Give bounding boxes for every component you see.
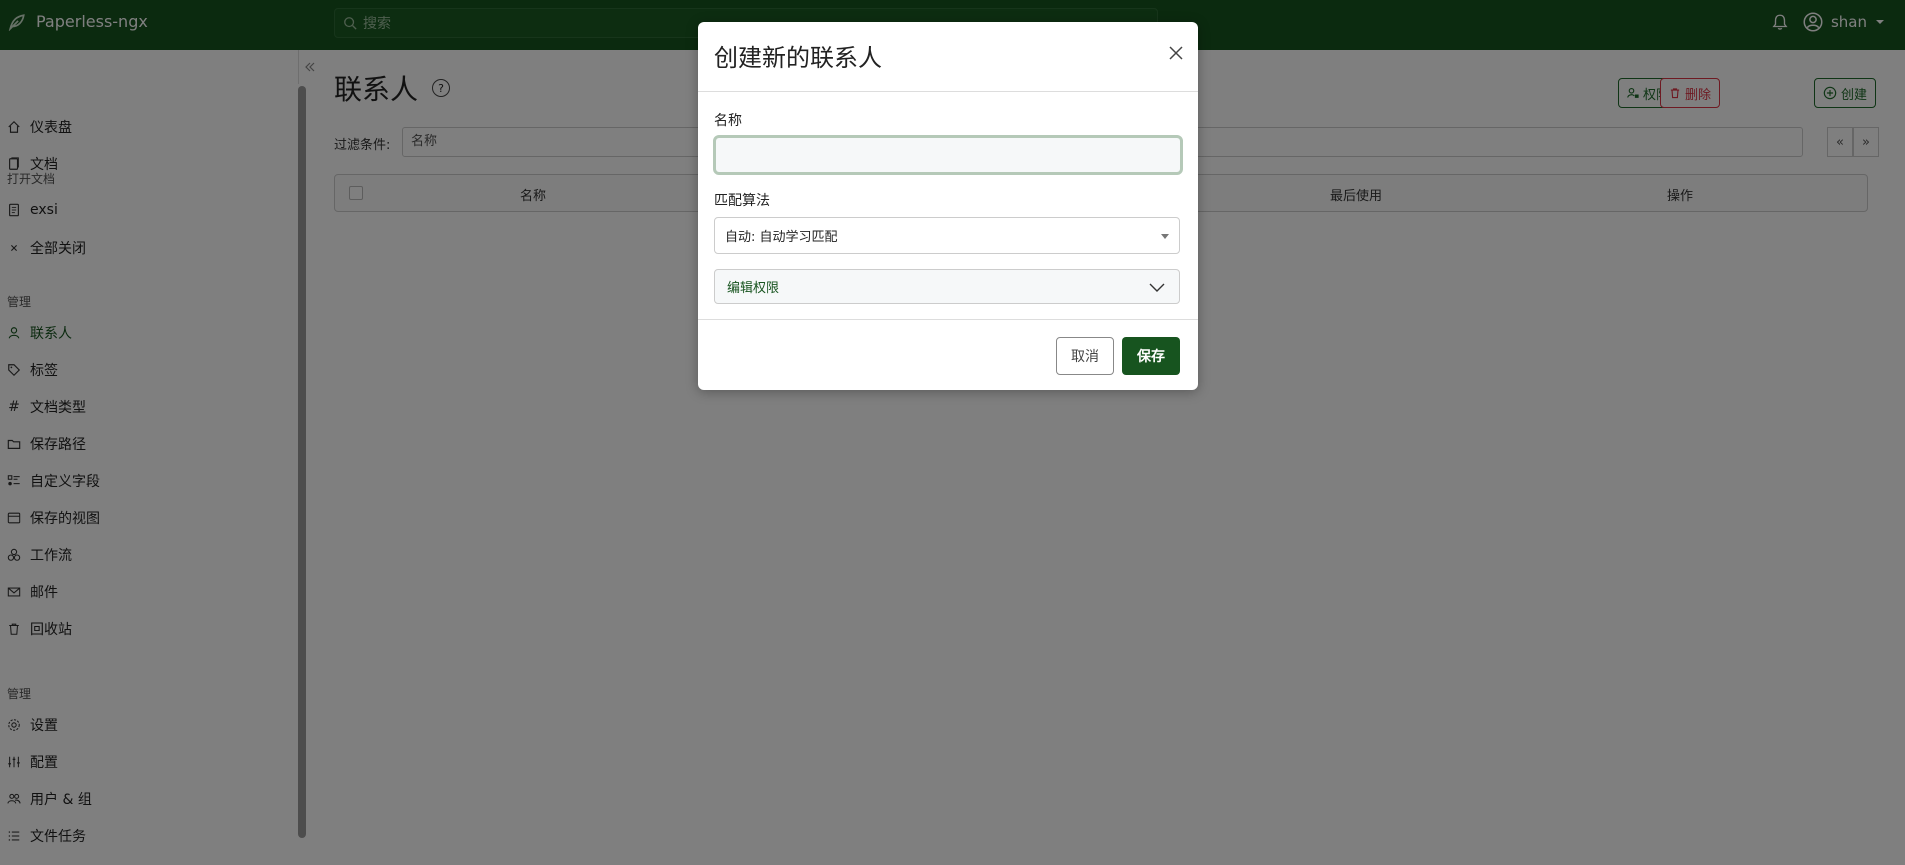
modal-footer-divider: [698, 319, 1198, 320]
chevron-down-icon: [1149, 283, 1165, 292]
create-correspondent-dialog: 创建新的联系人 名称 匹配算法 自动: 自动学习匹配 编辑权限 取消 保存: [698, 22, 1198, 390]
name-label: 名称: [714, 113, 742, 129]
modal-title: 创建新的联系人: [714, 44, 882, 72]
caret-down-icon: [1161, 234, 1169, 239]
cancel-button[interactable]: 取消: [1056, 337, 1114, 375]
edit-permissions-label: 编辑权限: [727, 281, 780, 296]
close-icon[interactable]: [1168, 45, 1184, 61]
save-button[interactable]: 保存: [1122, 337, 1180, 375]
modal-header: 创建新的联系人: [698, 22, 1198, 92]
edit-permissions-accordion[interactable]: 编辑权限: [714, 269, 1180, 304]
matching-algorithm-value: 自动: 自动学习匹配: [725, 230, 838, 245]
matching-algorithm-label: 匹配算法: [714, 193, 770, 209]
name-input[interactable]: [713, 135, 1183, 175]
matching-algorithm-select[interactable]: 自动: 自动学习匹配: [714, 217, 1180, 254]
